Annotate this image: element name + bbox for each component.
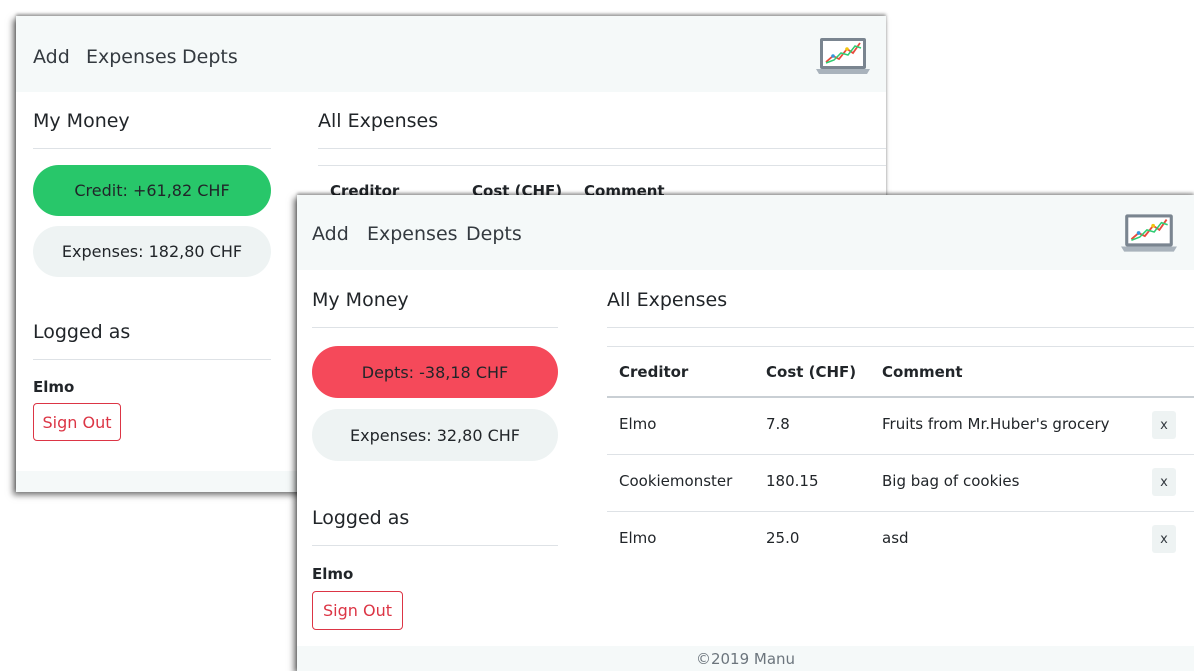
cell-creditor: Elmo: [619, 415, 657, 433]
sign-out-button[interactable]: Sign Out: [33, 403, 121, 441]
user-name: Elmo: [33, 378, 75, 396]
divider: [33, 359, 271, 360]
expenses-badge: Expenses: 182,80 CHF: [33, 226, 271, 277]
cell-comment: Fruits from Mr.Huber's grocery: [882, 415, 1110, 433]
cell-creditor: Elmo: [619, 529, 657, 547]
table-top-border: [318, 165, 886, 166]
cell-creditor: Cookiemonster: [619, 472, 733, 490]
navbar: Add Expenses Depts: [16, 16, 886, 92]
delete-expense-button[interactable]: x: [1152, 411, 1176, 439]
laptop-chart-icon: [1121, 214, 1177, 252]
nav-add-link[interactable]: Add: [312, 223, 349, 245]
navbar: Add Expenses Depts: [297, 195, 1194, 270]
sign-out-button[interactable]: Sign Out: [312, 591, 403, 630]
my-money-heading: My Money: [312, 289, 409, 311]
divider: [312, 545, 558, 546]
credit-badge: Credit: +61,82 CHF: [33, 165, 271, 216]
depts-badge: Depts: -38,18 CHF: [312, 346, 558, 398]
table-top-border: [607, 346, 1194, 347]
column-header-comment: Comment: [882, 363, 963, 381]
divider: [33, 148, 271, 149]
cell-comment: Big bag of cookies: [882, 472, 1020, 490]
all-expenses-heading: All Expenses: [318, 110, 439, 132]
nav-depts-link[interactable]: Depts: [466, 223, 522, 245]
divider: [318, 148, 886, 149]
divider: [607, 327, 1194, 328]
cell-cost: 25.0: [766, 529, 800, 547]
logged-as-heading: Logged as: [33, 321, 131, 343]
expenses-badge: Expenses: 32,80 CHF: [312, 409, 558, 461]
copyright-text: ©2019 Manu: [695, 650, 796, 668]
table-header-border: [607, 396, 1194, 398]
row-divider: [607, 454, 1194, 455]
my-money-heading: My Money: [33, 110, 130, 132]
logged-as-heading: Logged as: [312, 507, 410, 529]
divider: [312, 327, 558, 328]
cell-cost: 180.15: [766, 472, 819, 490]
delete-expense-button[interactable]: x: [1152, 525, 1176, 553]
nav-expenses-link[interactable]: Expenses: [367, 223, 458, 245]
delete-expense-button[interactable]: x: [1152, 468, 1176, 496]
nav-depts-link[interactable]: Depts: [182, 46, 238, 68]
user-name: Elmo: [312, 565, 354, 583]
cell-cost: 7.8: [766, 415, 790, 433]
laptop-chart-icon: [816, 38, 870, 74]
front-window: Add Expenses Depts My Money Depts: -38,1…: [297, 195, 1194, 671]
footer: ©2019 Manu: [297, 646, 1194, 671]
nav-expenses-link[interactable]: Expenses: [86, 46, 177, 68]
column-header-creditor: Creditor: [619, 363, 689, 381]
all-expenses-heading: All Expenses: [607, 289, 728, 311]
column-header-cost: Cost (CHF): [766, 363, 857, 381]
row-divider: [607, 511, 1194, 512]
cell-comment: asd: [882, 529, 909, 547]
nav-add-link[interactable]: Add: [33, 46, 70, 68]
